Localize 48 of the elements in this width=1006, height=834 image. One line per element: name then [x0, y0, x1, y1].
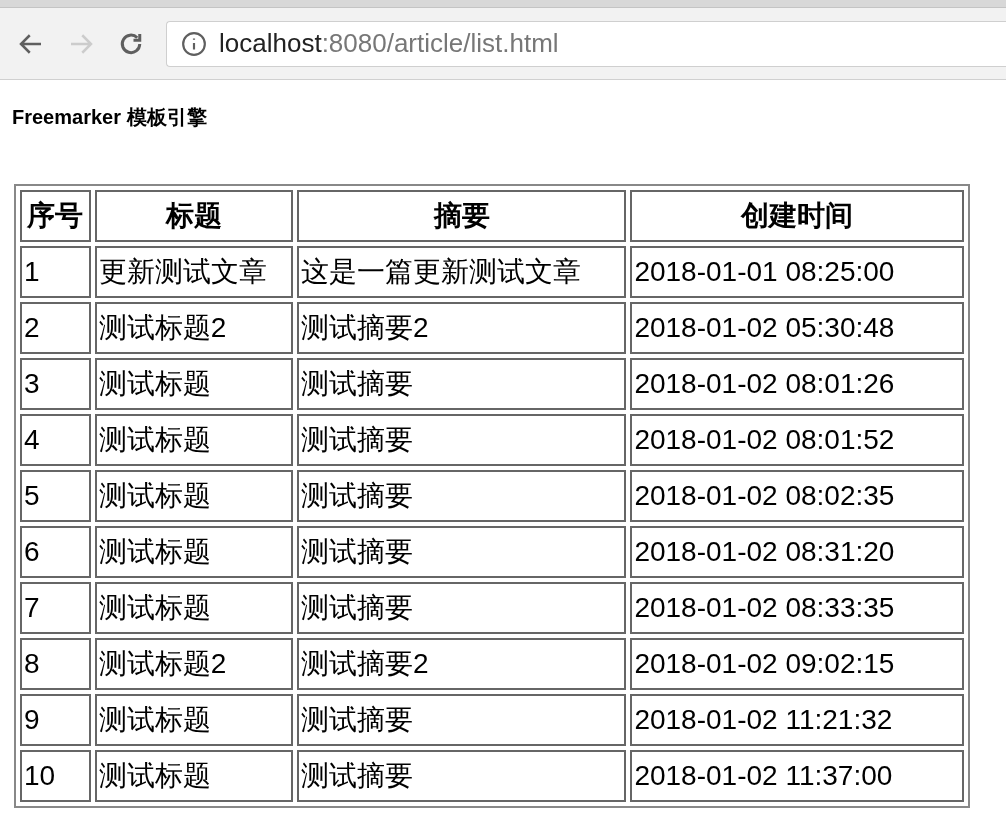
table-cell: 2018-01-02 09:02:15 — [630, 638, 964, 690]
table-cell: 测试标题 — [94, 582, 293, 634]
table-cell: 2018-01-02 08:01:26 — [630, 358, 964, 410]
table-cell: 更新测试文章 — [94, 246, 293, 298]
table-cell: 测试摘要 — [296, 694, 627, 746]
table-cell: 测试摘要2 — [296, 638, 627, 690]
url-text: localhost:8080/article/list.html — [219, 27, 559, 60]
table-cell: 10 — [20, 750, 91, 802]
table-cell: 3 — [20, 358, 91, 410]
column-header: 创建时间 — [630, 190, 964, 242]
table-cell: 2018-01-02 11:21:32 — [630, 694, 964, 746]
table-cell: 测试标题2 — [94, 638, 293, 690]
table-cell: 8 — [20, 638, 91, 690]
table-cell: 测试摘要 — [296, 470, 627, 522]
table-cell: 测试标题 — [94, 526, 293, 578]
table-cell: 测试标题 — [94, 358, 293, 410]
table-cell: 9 — [20, 694, 91, 746]
table-cell: 2 — [20, 302, 91, 354]
column-header: 标题 — [94, 190, 293, 242]
table-cell: 测试标题 — [94, 470, 293, 522]
table-cell: 测试标题 — [94, 750, 293, 802]
table-cell: 2018-01-02 11:37:00 — [630, 750, 964, 802]
table-cell: 2018-01-02 08:33:35 — [630, 582, 964, 634]
table-cell: 4 — [20, 414, 91, 466]
table-cell: 2018-01-02 08:01:52 — [630, 414, 964, 466]
table-cell: 测试摘要2 — [296, 302, 627, 354]
table-cell: 1 — [20, 246, 91, 298]
table-cell: 2018-01-02 05:30:48 — [630, 302, 964, 354]
table-cell: 7 — [20, 582, 91, 634]
table-cell: 测试摘要 — [296, 414, 627, 466]
table-cell: 测试摘要 — [296, 526, 627, 578]
page-heading: Freemarker 模板引擎 — [12, 105, 208, 130]
table-cell: 6 — [20, 526, 91, 578]
table-cell: 2018-01-02 08:31:20 — [630, 526, 964, 578]
table-cell: 测试标题 — [94, 694, 293, 746]
table-cell: 测试标题2 — [94, 302, 293, 354]
column-header: 摘要 — [296, 190, 627, 242]
info-icon[interactable] — [181, 30, 207, 57]
column-header: 序号 — [20, 190, 91, 242]
address-bar[interactable]: localhost:8080/article/list.html — [166, 20, 1006, 67]
table-cell: 测试摘要 — [296, 750, 627, 802]
table-cell: 测试标题 — [94, 414, 293, 466]
table-cell: 测试摘要 — [296, 358, 627, 410]
table-cell: 2018-01-01 08:25:00 — [630, 246, 964, 298]
table-cell: 2018-01-02 08:02:35 — [630, 470, 964, 522]
table-cell: 5 — [20, 470, 91, 522]
table-cell: 测试摘要 — [296, 582, 627, 634]
table-cell: 这是一篇更新测试文章 — [296, 246, 627, 298]
